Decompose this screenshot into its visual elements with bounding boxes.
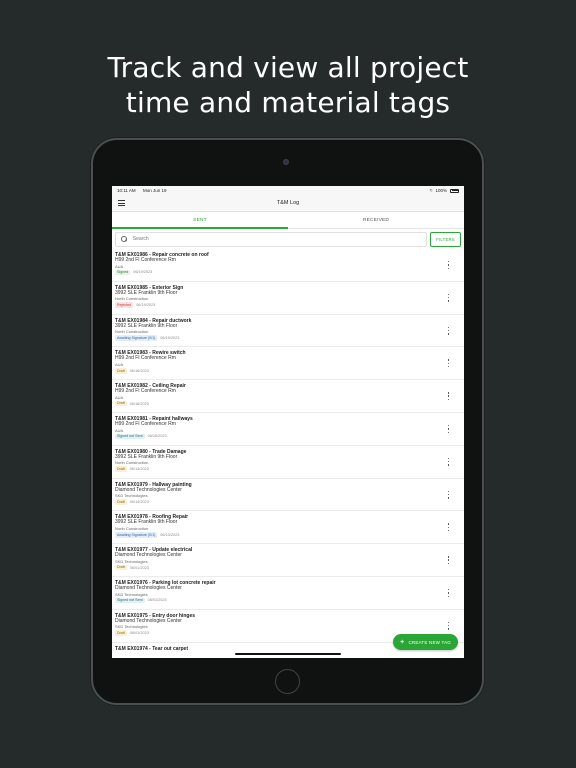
- item-company: SKD Technologies: [115, 624, 148, 630]
- status-date: Mon Jun 19: [142, 188, 167, 193]
- create-new-tag-label: CREATE NEW TAG: [408, 639, 451, 645]
- status-badge: Draft: [115, 630, 127, 636]
- status-badge: Rejected: [115, 302, 134, 308]
- status-badge: Draft: [115, 367, 127, 374]
- app-screen: 10:11 AM Mon Jun 19 ≈ 100% T&M Log SENT …: [112, 186, 464, 658]
- status-badge: Awaiting Signature (0/1): [115, 531, 158, 538]
- tab-sent[interactable]: SENT: [112, 212, 288, 229]
- more-options-icon[interactable]: [448, 261, 450, 269]
- status-badge: Signed: [115, 269, 131, 276]
- tag-list: T&M EX01986 - Repair concrete on roof H99…: [112, 249, 464, 658]
- marketing-headline: Track and view all project time and mate…: [0, 50, 576, 120]
- status-badge: Draft: [115, 564, 127, 571]
- item-meta: Awaiting Signature (0/1) 06/19/2023: [115, 335, 460, 341]
- item-date: 06/01/2023: [147, 598, 167, 603]
- status-badge: Awaiting Signature (0/1): [115, 335, 158, 341]
- status-time: 10:11 AM: [117, 188, 136, 193]
- tag-list-item[interactable]: T&M EX01979 - Hallway painting Diamond Te…: [112, 479, 464, 512]
- status-badge: Signed not Sent: [115, 433, 145, 440]
- item-meta: Signed 06/19/2023: [115, 269, 460, 276]
- battery-icon: [450, 188, 459, 193]
- item-company: SKD Technologies: [115, 591, 148, 597]
- item-date: 06/01/2023: [129, 565, 149, 570]
- item-meta: Awaiting Signature (0/1) 06/13/2023: [115, 531, 460, 538]
- headline-line-2: time and material tags: [125, 86, 451, 119]
- more-options-icon[interactable]: [448, 392, 450, 401]
- item-date: 06/16/2023: [147, 434, 167, 439]
- headline-line-1: Track and view all project: [107, 51, 469, 84]
- more-options-icon[interactable]: [448, 424, 450, 433]
- wifi-icon: ≈: [429, 187, 433, 194]
- tag-list-item[interactable]: T&M EX01978 - Roofing Repair 3992 SLE Fra…: [112, 511, 464, 545]
- tag-list-item[interactable]: T&M EX01983 - Rewire switch H99 2nd Fl Co…: [112, 347, 464, 381]
- page-title: T&M Log: [276, 200, 300, 206]
- search-box[interactable]: [115, 231, 427, 247]
- item-meta: Draft 06/16/2023: [115, 367, 460, 374]
- tab-bar: SENT RECEIVED: [112, 212, 464, 229]
- tag-list-item[interactable]: T&M EX01982 - Ceiling Repair H99 2nd Fl C…: [112, 380, 464, 413]
- item-date: 06/16/2023: [129, 368, 149, 373]
- status-badge: Draft: [115, 499, 127, 505]
- more-options-icon[interactable]: [448, 588, 450, 597]
- plus-icon: +: [400, 638, 405, 646]
- tag-list-item[interactable]: T&M EX01981 - Repaint hallways H99 2nd Fl…: [112, 413, 464, 446]
- create-new-tag-button[interactable]: + CREATE NEW TAG: [393, 634, 458, 650]
- item-meta: Signed not Sent 06/01/2023: [115, 597, 460, 604]
- tag-list-item[interactable]: T&M EX01984 - Repair ductwork 3992 SLE Fr…: [112, 315, 464, 348]
- more-options-icon[interactable]: [448, 293, 450, 302]
- tag-list-item[interactable]: T&M EX01976 - Parking lot concrete repai…: [112, 577, 464, 610]
- item-date: 06/19/2023: [133, 270, 153, 275]
- item-meta: Draft 06/01/2023: [115, 564, 460, 571]
- item-meta: Draft 06/16/2023: [115, 400, 460, 407]
- item-meta: Rejected 06/19/2023: [115, 302, 460, 308]
- status-badge: Draft: [115, 466, 127, 472]
- item-company: AUA: [115, 361, 124, 367]
- search-input[interactable]: [132, 236, 421, 242]
- status-badge: Signed not Sent: [115, 597, 145, 604]
- item-date: 06/01/2023: [129, 631, 149, 636]
- item-meta: Signed not Sent 06/16/2023: [115, 433, 460, 440]
- item-date: 06/19/2023: [160, 335, 180, 340]
- tag-list-item[interactable]: T&M EX01980 - Trade Damage 3992 SLE Frank…: [112, 446, 464, 479]
- item-company: SKD Technologies: [115, 493, 148, 499]
- app-bar: T&M Log: [112, 195, 464, 212]
- more-options-icon[interactable]: [448, 326, 450, 335]
- camera-icon: [283, 159, 289, 165]
- more-options-icon[interactable]: [448, 523, 450, 532]
- item-date: 06/14/2023: [129, 499, 149, 504]
- item-company: SKD Technologies: [115, 558, 148, 564]
- tag-list-item[interactable]: T&M EX01986 - Repair concrete on roof H99…: [112, 249, 464, 282]
- battery-percent: 100%: [435, 188, 447, 193]
- more-options-icon[interactable]: [448, 457, 450, 466]
- item-company: North Construction: [115, 296, 149, 302]
- item-company: North Construction: [115, 525, 149, 531]
- item-company: North Construction: [115, 460, 149, 466]
- item-meta: Draft 06/14/2023: [115, 466, 460, 472]
- more-options-icon[interactable]: [448, 359, 450, 368]
- item-company: AUA: [115, 263, 124, 269]
- hamburger-menu-icon[interactable]: [118, 200, 125, 206]
- status-badge: Draft: [115, 400, 127, 407]
- item-date: 06/19/2023: [136, 303, 156, 308]
- tab-received[interactable]: RECEIVED: [288, 212, 464, 228]
- item-meta: Draft 06/14/2023: [115, 499, 460, 505]
- search-icon: [121, 236, 127, 242]
- item-date: 06/13/2023: [160, 532, 180, 537]
- item-date: 06/16/2023: [129, 401, 149, 406]
- more-options-icon[interactable]: [448, 556, 450, 565]
- filters-button[interactable]: FILTERS: [430, 231, 461, 247]
- status-bar: 10:11 AM Mon Jun 19 ≈ 100%: [112, 186, 464, 195]
- item-company: AUA: [115, 427, 124, 433]
- item-date: 06/14/2023: [129, 467, 149, 472]
- search-row: FILTERS: [112, 229, 464, 249]
- more-options-icon[interactable]: [448, 621, 450, 630]
- home-indicator: [235, 653, 341, 655]
- tag-list-item[interactable]: T&M EX01977 - Update electrical Diamond T…: [112, 544, 464, 577]
- item-company: North Construction: [115, 329, 149, 335]
- tag-list-item[interactable]: T&M EX01985 - Exterior Sign 3992 SLE Fran…: [112, 282, 464, 315]
- item-company: AUA: [115, 394, 124, 400]
- home-button[interactable]: [275, 669, 300, 694]
- more-options-icon[interactable]: [448, 490, 450, 499]
